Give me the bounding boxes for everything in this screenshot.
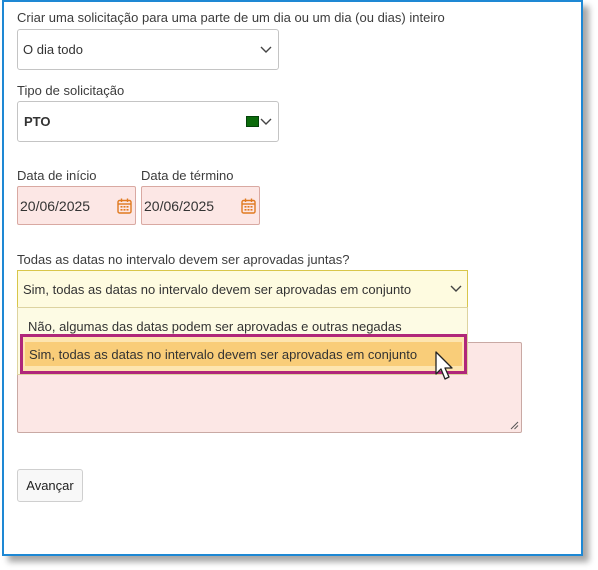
request-type-value: PTO xyxy=(24,114,51,129)
approval-dropdown-list: Não, algumas das datas podem ser aprovad… xyxy=(17,307,468,375)
start-date-label: Data de início xyxy=(17,168,97,183)
end-date-value: 20/06/2025 xyxy=(144,197,215,214)
approval-select[interactable]: Sim, todas as datas no intervalo devem s… xyxy=(17,270,468,308)
approval-option-yes-label: Sim, todas as datas no intervalo devem s… xyxy=(29,347,418,362)
chevron-down-icon xyxy=(260,118,272,125)
approval-value: Sim, todas as datas no intervalo devem s… xyxy=(23,281,412,297)
duration-value: O dia todo xyxy=(23,42,83,57)
approval-option-no[interactable]: Não, algumas das datas podem ser aprovad… xyxy=(28,319,402,334)
duration-label: Criar uma solicitação para uma parte de … xyxy=(17,10,445,25)
mouse-pointer-icon xyxy=(435,351,453,380)
calendar-icon[interactable] xyxy=(241,198,256,214)
request-type-select[interactable]: PTO xyxy=(17,101,279,142)
approval-label: Todas as datas no intervalo devem ser ap… xyxy=(17,252,350,267)
calendar-icon[interactable] xyxy=(117,198,132,214)
chevron-down-icon xyxy=(450,285,462,292)
request-type-color-swatch xyxy=(246,116,259,127)
start-date-value: 20/06/2025 xyxy=(20,197,91,214)
request-type-label: Tipo de solicitação xyxy=(17,83,125,98)
end-date-label: Data de término xyxy=(141,168,234,183)
start-date-input[interactable]: 20/06/2025 xyxy=(17,186,136,225)
end-date-input[interactable]: 20/06/2025 xyxy=(141,186,260,225)
duration-select[interactable]: O dia todo xyxy=(17,29,279,70)
approval-option-yes[interactable]: Sim, todas as datas no intervalo devem s… xyxy=(20,334,467,374)
resize-grip-icon[interactable] xyxy=(509,420,519,430)
chevron-down-icon xyxy=(260,46,272,53)
next-button[interactable]: Avançar xyxy=(17,469,83,502)
